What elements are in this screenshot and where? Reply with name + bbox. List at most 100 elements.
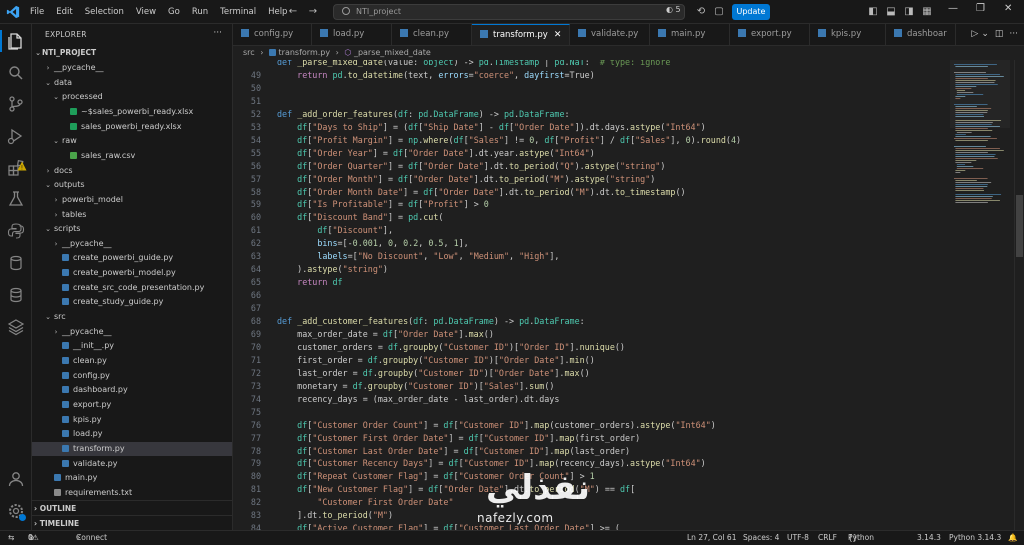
update-button[interactable]: Update [732, 4, 770, 20]
timeline-section[interactable]: › TIMELINE [32, 515, 232, 531]
explorer-icon[interactable] [7, 32, 25, 50]
folder-item[interactable]: › docs [32, 164, 232, 178]
tab-clean[interactable]: clean.py [392, 24, 472, 45]
code-line[interactable]: labels=["No Discount", "Low", "Medium", … [277, 251, 559, 261]
python-icon[interactable] [7, 222, 25, 240]
file-item[interactable]: create_powerbi_model.py [32, 266, 232, 280]
more-actions-icon[interactable]: ··· [1009, 29, 1018, 39]
menu-selection[interactable]: Selection [79, 7, 130, 17]
folder-item[interactable]: › __pycache__ [32, 61, 232, 75]
file-item[interactable]: __init__.py [32, 339, 232, 353]
code-line[interactable]: "Customer First Order Date" [277, 497, 453, 507]
code-line[interactable]: df["Order Month Date"] = df["Order Date"… [277, 187, 685, 197]
breadcrumb-symbol[interactable]: _parse_mixed_date [354, 48, 431, 57]
sql-icon[interactable] [7, 286, 25, 304]
menu-go[interactable]: Go [162, 7, 186, 17]
tab-dashboar[interactable]: dashboar [886, 24, 956, 45]
toggle-primary-sidebar-icon[interactable]: ◧ [866, 5, 880, 19]
folder-item[interactable]: ⌄ scripts [32, 222, 232, 236]
code-line[interactable]: df["Customer Order Count"] = df["Custome… [277, 420, 716, 430]
outline-section[interactable]: › OUTLINE [32, 500, 232, 516]
tab-config[interactable]: config.py [233, 24, 312, 45]
file-item[interactable]: export.py [32, 398, 232, 412]
search-icon[interactable] [7, 64, 25, 82]
run-menu-chevron-icon[interactable]: ⌄ [981, 29, 989, 39]
more-actions-icon[interactable]: ··· [213, 28, 222, 38]
run-debug-icon[interactable] [7, 127, 25, 145]
chat-icon[interactable]: ▢ [712, 5, 726, 19]
tab-load[interactable]: load.py [312, 24, 392, 45]
close-window-icon[interactable]: ✕ [1004, 3, 1012, 14]
folder-item[interactable]: ⌄ processed [32, 90, 232, 104]
menu-terminal[interactable]: Terminal [214, 7, 262, 17]
minimize-icon[interactable]: — [948, 3, 958, 14]
scrollbar-thumb[interactable] [1016, 195, 1023, 257]
folder-item[interactable]: › __pycache__ [32, 237, 232, 251]
file-item[interactable]: create_study_guide.py [32, 295, 232, 309]
layers-icon[interactable] [7, 318, 25, 336]
code-line[interactable]: customer_orders = df.groupby("Customer I… [277, 342, 625, 352]
cursor-position[interactable]: Ln 27, Col 61 [687, 531, 736, 545]
code-line[interactable]: def _add_customer_features(df: pd.DataFr… [277, 316, 585, 326]
testing-icon[interactable] [7, 190, 25, 208]
source-control-icon[interactable] [7, 95, 25, 113]
notifications-bell-icon[interactable]: 🔔 [1008, 531, 1017, 545]
menu-view[interactable]: View [130, 7, 162, 17]
command-center-search[interactable]: NTI_project [333, 4, 685, 20]
code-line[interactable]: df["Is Profitable"] = df["Profit"] > 0 [277, 199, 489, 209]
file-item[interactable]: clean.py [32, 354, 232, 368]
menu-file[interactable]: File [24, 7, 50, 17]
customize-layout-icon[interactable]: ▦ [920, 5, 934, 19]
code-line[interactable]: monetary = df.groupby("Customer ID")["Sa… [277, 381, 554, 391]
back-arrow-icon[interactable]: ← [286, 5, 300, 19]
tab-transform[interactable]: transform.py ✕ [472, 24, 570, 45]
close-tab-icon[interactable]: ✕ [554, 30, 562, 40]
file-item[interactable]: transform.py [32, 441, 232, 456]
toggle-secondary-sidebar-icon[interactable]: ◨ [902, 5, 916, 19]
code-line[interactable]: df["Order Year"] = df["Order Date"].dt.y… [277, 148, 595, 158]
folder-item[interactable]: › powerbi_model [32, 193, 232, 207]
code-line[interactable]: return df [277, 277, 342, 287]
database-icon[interactable] [7, 254, 25, 272]
code-line[interactable]: df["Active Customer Flag"] = df["Custome… [277, 523, 620, 530]
split-editor-icon[interactable]: ◫ [995, 29, 1004, 39]
code-line[interactable]: df["Discount Band"] = pd.cut( [277, 212, 443, 222]
file-item[interactable]: ~$sales_powerbi_ready.xlsx [32, 105, 232, 119]
folder-item[interactable]: ⌄ data [32, 76, 232, 90]
code-line[interactable]: def _add_order_features(df: pd.DataFrame… [277, 109, 570, 119]
code-line[interactable]: df["Customer First Order Date"] = df["Cu… [277, 433, 640, 443]
file-item[interactable]: requirements.txt [32, 486, 232, 500]
code-line[interactable]: df["Discount"], [277, 225, 393, 235]
code-line[interactable]: recency_days = (max_order_date - last_or… [277, 394, 559, 404]
code-line[interactable]: df["Order Month"] = df["Order Date"].dt.… [277, 174, 655, 184]
code-line[interactable]: df["Days to Ship"] = (df["Ship Date"] - … [277, 122, 706, 132]
code-line[interactable]: df["Customer Last Order Date"] = df["Cus… [277, 446, 630, 456]
folder-item[interactable]: ⌄ outputs [32, 178, 232, 192]
file-item[interactable]: kpis.py [32, 413, 232, 427]
code-line[interactable]: bins=[-0.001, 0, 0.2, 0.5, 1], [277, 238, 468, 248]
vertical-scrollbar[interactable] [1014, 60, 1024, 530]
file-item[interactable]: load.py [32, 427, 232, 441]
file-item[interactable]: validate.py [32, 457, 232, 471]
code-line[interactable]: first_order = df.groupby("Customer ID")[… [277, 355, 595, 365]
folder-item[interactable]: ⌄ src [32, 310, 232, 324]
menu-run[interactable]: Run [186, 7, 214, 17]
maximize-icon[interactable]: ❐ [976, 3, 985, 14]
file-item[interactable]: create_src_code_presentation.py [32, 281, 232, 295]
copilot-badge[interactable]: ◐ 5 [666, 5, 681, 14]
code-line[interactable]: df["Order Quarter"] = df["Order Date"].d… [277, 161, 665, 171]
code-line[interactable]: df["Customer Recency Days"] = df["Custom… [277, 458, 706, 468]
project-root[interactable]: ⌄NTI_PROJECT [32, 46, 232, 60]
file-item[interactable]: dashboard.py [32, 383, 232, 397]
code-line[interactable]: ].dt.to_period("M") [277, 510, 393, 520]
python-interpreter[interactable]: Python 3.14.3 [949, 531, 1001, 545]
account-icon[interactable] [7, 470, 25, 488]
tab-kpis[interactable]: kpis.py [810, 24, 886, 45]
python-version[interactable]: 3.14.3 [917, 531, 941, 545]
tab-validate[interactable]: validate.py [570, 24, 650, 45]
toggle-panel-icon[interactable]: ⬓ [884, 5, 898, 19]
breadcrumb-file[interactable]: transform.py [279, 48, 331, 57]
run-file-icon[interactable]: ▷ [971, 29, 978, 39]
code-line[interactable]: last_order = df.groupby("Customer ID")["… [277, 368, 590, 378]
file-item[interactable]: config.py [32, 369, 232, 383]
